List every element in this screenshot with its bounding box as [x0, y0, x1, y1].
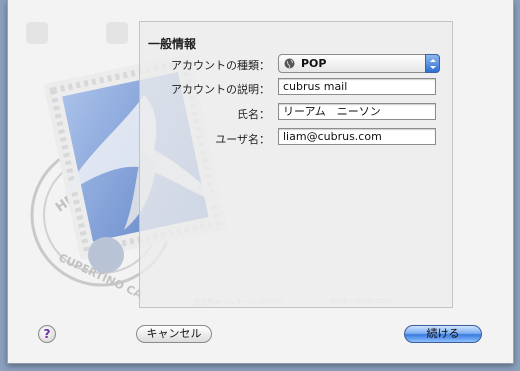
toolbar-ghost-icon — [26, 22, 48, 44]
up-down-arrows-icon — [425, 54, 440, 73]
continue-button[interactable]: 続ける — [404, 325, 482, 343]
toolbar-ghost-icon — [106, 22, 128, 44]
account-type-value: POP — [301, 57, 327, 70]
full-name-label: 氏名： — [237, 108, 270, 121]
account-type-label: アカウントの種類： — [171, 59, 270, 72]
user-name-field[interactable]: liam@cubrus.com — [278, 128, 436, 145]
user-name-label: ユーザ名： — [215, 133, 270, 146]
account-description-label: アカウントの説明： — [171, 83, 270, 96]
globe-icon — [284, 58, 295, 69]
account-type-popup[interactable]: POP — [278, 54, 440, 73]
section-title: 一般情報 — [148, 37, 197, 51]
cancel-button[interactable]: キャンセル — [136, 325, 212, 343]
help-button[interactable]: ? — [38, 325, 56, 343]
full-name-field[interactable]: リーアム ニーソン — [278, 103, 436, 120]
account-description-field[interactable]: cubrus mail — [278, 78, 436, 95]
